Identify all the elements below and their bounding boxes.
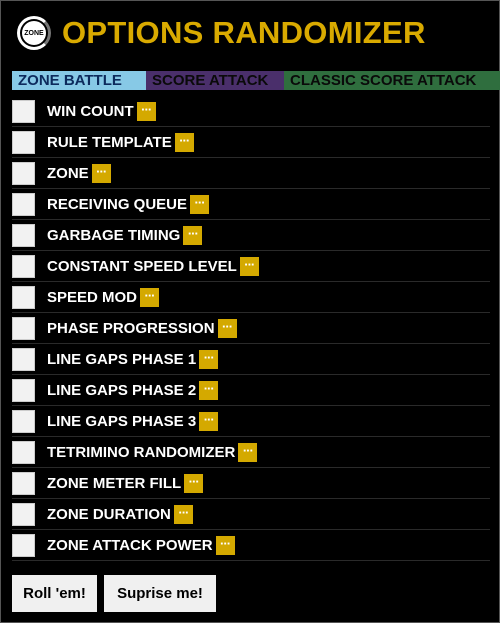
roll-button[interactable]: Roll 'em!: [12, 575, 97, 612]
page-title: OPTIONS RANDOMIZER: [62, 15, 426, 50]
app-window: ZONE OPTIONS RANDOMIZER ZONE BATTLE SCOR…: [0, 0, 500, 623]
phase-progression-checkbox[interactable]: [12, 316, 35, 340]
option-row-constant-speed-level: CONSTANT SPEED LEVEL ···: [12, 251, 490, 282]
line-gaps-phase-2-checkbox[interactable]: [12, 378, 35, 402]
option-label: RULE TEMPLATE: [47, 133, 172, 151]
more-options-button[interactable]: ···: [91, 163, 111, 183]
option-label: ZONE DURATION: [47, 505, 171, 523]
logo-text: ZONE: [24, 29, 44, 37]
receiving-queue-checkbox[interactable]: [12, 192, 35, 216]
option-row-zone-meter-fill: ZONE METER FILL ···: [12, 468, 490, 499]
more-options-button[interactable]: ···: [239, 256, 259, 276]
option-row-rule-template: RULE TEMPLATE ···: [12, 127, 490, 158]
more-options-button[interactable]: ···: [140, 287, 160, 307]
option-label: WIN COUNT: [47, 102, 134, 120]
more-options-button[interactable]: ···: [217, 318, 237, 338]
mode-tabs: ZONE BATTLE SCORE ATTACK CLASSIC SCORE A…: [12, 71, 500, 90]
zone-attack-power-checkbox[interactable]: [12, 533, 35, 557]
option-label: LINE GAPS PHASE 2: [47, 381, 197, 399]
more-options-button[interactable]: ···: [136, 101, 156, 121]
option-row-line-gaps-phase-1: LINE GAPS PHASE 1 ···: [12, 344, 490, 375]
option-label: TETRIMINO RANDOMIZER: [47, 443, 236, 461]
win-count-checkbox[interactable]: [12, 99, 35, 123]
option-label: GARBAGE TIMING: [47, 226, 181, 244]
tetrimino-randomizer-checkbox[interactable]: [12, 440, 35, 464]
surprise-button[interactable]: Suprise me!: [104, 575, 216, 612]
option-row-win-count: WIN COUNT ···: [12, 96, 490, 127]
more-options-button[interactable]: ···: [190, 194, 210, 214]
zone-duration-checkbox[interactable]: [12, 502, 35, 526]
option-label: CONSTANT SPEED LEVEL: [47, 257, 237, 275]
option-row-zone-duration: ZONE DURATION ···: [12, 499, 490, 530]
tab-classic-score-attack[interactable]: CLASSIC SCORE ATTACK: [284, 71, 500, 90]
line-gaps-phase-3-checkbox[interactable]: [12, 409, 35, 433]
rule-template-checkbox[interactable]: [12, 130, 35, 154]
option-label: ZONE METER FILL: [47, 474, 182, 492]
garbage-timing-checkbox[interactable]: [12, 223, 35, 247]
option-row-phase-progression: PHASE PROGRESSION ···: [12, 313, 490, 344]
zone-checkbox[interactable]: [12, 161, 35, 185]
option-row-garbage-timing: GARBAGE TIMING ···: [12, 220, 490, 251]
more-options-button[interactable]: ···: [199, 380, 219, 400]
option-row-receiving-queue: RECEIVING QUEUE ···: [12, 189, 490, 220]
header: ZONE OPTIONS RANDOMIZER: [17, 16, 426, 50]
option-label: ZONE ATTACK POWER: [47, 536, 213, 554]
more-options-button[interactable]: ···: [199, 349, 219, 369]
option-label: ZONE: [47, 164, 89, 182]
option-label: LINE GAPS PHASE 1: [47, 350, 197, 368]
option-row-tetrimino-randomizer: TETRIMINO RANDOMIZER ···: [12, 437, 490, 468]
option-label: LINE GAPS PHASE 3: [47, 412, 197, 430]
more-options-button[interactable]: ···: [183, 225, 203, 245]
option-label: RECEIVING QUEUE: [47, 195, 188, 213]
speed-mod-checkbox[interactable]: [12, 285, 35, 309]
option-row-line-gaps-phase-3: LINE GAPS PHASE 3 ···: [12, 406, 490, 437]
more-options-button[interactable]: ···: [174, 132, 194, 152]
option-row-zone-attack-power: ZONE ATTACK POWER ···: [12, 530, 490, 561]
constant-speed-level-checkbox[interactable]: [12, 254, 35, 278]
more-options-button[interactable]: ···: [238, 442, 258, 462]
option-label: PHASE PROGRESSION: [47, 319, 215, 337]
line-gaps-phase-1-checkbox[interactable]: [12, 347, 35, 371]
tab-score-attack[interactable]: SCORE ATTACK: [146, 71, 284, 90]
option-label: SPEED MOD: [47, 288, 138, 306]
option-row-line-gaps-phase-2: LINE GAPS PHASE 2 ···: [12, 375, 490, 406]
tab-zone-battle[interactable]: ZONE BATTLE: [12, 71, 146, 90]
more-options-button[interactable]: ···: [173, 504, 193, 524]
options-list: WIN COUNT ··· RULE TEMPLATE ··· ZONE ···…: [12, 96, 490, 561]
option-row-zone: ZONE ···: [12, 158, 490, 189]
zone-logo-icon: ZONE: [17, 16, 51, 50]
zone-meter-fill-checkbox[interactable]: [12, 471, 35, 495]
more-options-button[interactable]: ···: [184, 473, 204, 493]
option-row-speed-mod: SPEED MOD ···: [12, 282, 490, 313]
more-options-button[interactable]: ···: [215, 535, 235, 555]
more-options-button[interactable]: ···: [199, 411, 219, 431]
action-buttons: Roll 'em! Suprise me!: [12, 575, 216, 612]
